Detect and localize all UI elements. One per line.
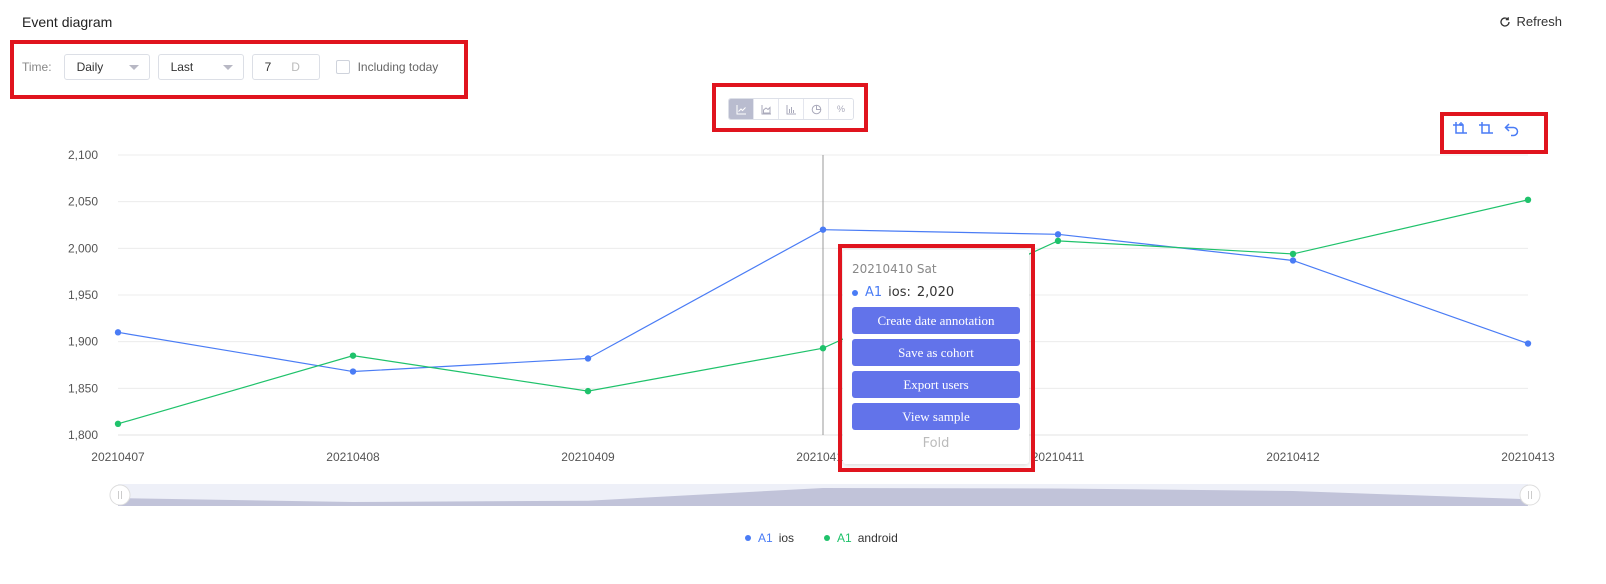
data-point-android: [349, 352, 357, 359]
y-tick-label: 1,800: [68, 428, 98, 442]
series-dot: [852, 289, 858, 296]
tooltip-value: 2,020: [916, 285, 955, 300]
export-users-button[interactable]: Export users: [852, 371, 1020, 398]
legend-tag: A1: [837, 531, 852, 545]
zoom-slider-handle: [1519, 484, 1541, 506]
chart-type-switcher: %: [728, 98, 854, 120]
range-value: 7: [264, 60, 272, 74]
x-tick-label: 20210410: [796, 450, 850, 464]
data-point-android: [819, 345, 827, 352]
y-tick-label: 1,900: [68, 335, 98, 349]
tooltip-series-name: ios:: [888, 285, 911, 300]
tooltip-series-row: A1 ios: 2,020: [852, 285, 1020, 300]
range-unit: D: [291, 60, 300, 74]
data-point-android: [114, 420, 122, 427]
line-chart-button[interactable]: [729, 99, 754, 119]
line-chart: 1,800 1,850 1,900 1,950 2,000 2,050 2,100 20210…: [68, 148, 1555, 506]
refresh-button[interactable]: Refresh: [1499, 14, 1562, 29]
chevron-down-icon: [128, 64, 139, 70]
x-tick-label: 20210408: [326, 450, 380, 464]
chart-legend: A1 ios A1 android: [745, 531, 898, 545]
zoom-slider-overview: [118, 488, 1528, 506]
series-line-ios: [117, 229, 1529, 373]
area-chart-button[interactable]: [754, 99, 779, 119]
y-tick-label: 2,000: [68, 241, 98, 255]
tooltip-series-tag: A1: [865, 285, 883, 300]
zoom-slider-track: [118, 484, 1528, 506]
y-tick-label: 1,950: [68, 288, 98, 302]
data-point-ios: [819, 226, 827, 233]
granularity-select[interactable]: Daily: [63, 54, 150, 80]
bar-chart-button[interactable]: [779, 99, 804, 119]
page-title: Event diagram: [22, 14, 113, 30]
data-point-android: [1524, 196, 1532, 203]
zoom-in-select-icon[interactable]: [1452, 121, 1468, 137]
pie-chart-button[interactable]: [804, 99, 829, 119]
data-point-android: [1054, 237, 1062, 245]
including-today-label: Including today: [357, 60, 439, 74]
time-label: Time:: [22, 60, 52, 74]
zoom-slider-handle: [109, 484, 131, 506]
pie-chart-icon: [811, 104, 821, 114]
chart-tools: [1452, 121, 1520, 137]
data-point-ios: [1054, 231, 1062, 238]
area-chart-icon: [761, 104, 771, 114]
data-point-ios: [584, 355, 592, 362]
range-value-input[interactable]: 7 D: [251, 54, 320, 80]
x-tick-label: 20210407: [91, 450, 145, 464]
x-tick-label: 20210411: [1032, 450, 1085, 464]
data-point-android: [584, 387, 592, 395]
granularity-value: Daily: [76, 60, 104, 74]
legend-name: ios: [778, 531, 795, 545]
create-date-annotation-button[interactable]: Create date annotation: [852, 307, 1020, 334]
y-tick-label: 2,100: [68, 148, 98, 162]
refresh-icon: [1500, 16, 1511, 27]
data-point-ios: [1524, 340, 1532, 347]
percent-icon: %: [836, 104, 845, 114]
data-point-ios: [114, 329, 122, 336]
view-sample-button[interactable]: View sample: [852, 403, 1020, 430]
save-as-cohort-button[interactable]: Save as cohort: [852, 339, 1020, 366]
data-point-ios: [349, 368, 357, 375]
x-tick-label: 20210409: [561, 450, 615, 464]
series-line-android: [117, 199, 1529, 425]
data-tooltip: 20210410 Sat A1 ios: 2,020 Create date a…: [843, 250, 1029, 464]
refresh-label: Refresh: [1516, 14, 1562, 29]
zoom-reset-icon[interactable]: [1478, 121, 1494, 137]
data-point-android: [1289, 250, 1297, 258]
data-point-ios: [1289, 257, 1297, 264]
range-mode-select[interactable]: Last: [157, 54, 244, 80]
undo-icon[interactable]: [1504, 121, 1520, 137]
legend-item-ios[interactable]: A1 ios: [745, 531, 794, 545]
bar-chart-icon: [786, 104, 796, 114]
y-tick-label: 2,050: [68, 195, 98, 209]
x-tick-label: 20210413: [1501, 450, 1555, 464]
tooltip-date: 20210410 Sat: [852, 262, 937, 276]
percent-button[interactable]: %: [829, 99, 853, 119]
x-tick-label: 20210412: [1266, 450, 1320, 464]
range-mode-value: Last: [170, 60, 194, 74]
legend-tag: A1: [758, 531, 773, 545]
legend-item-android[interactable]: A1 android: [824, 531, 898, 545]
y-tick-label: 1,850: [68, 381, 98, 395]
including-today-checkbox[interactable]: [335, 60, 350, 74]
legend-name: android: [857, 531, 898, 545]
legend-dot: [745, 535, 751, 541]
fold-button[interactable]: Fold: [852, 436, 1020, 451]
time-filter-bar: Time: Daily Last 7 D Including today: [22, 54, 438, 80]
chevron-down-icon: [222, 64, 233, 70]
legend-dot: [824, 535, 831, 541]
line-chart-icon: [736, 104, 746, 114]
